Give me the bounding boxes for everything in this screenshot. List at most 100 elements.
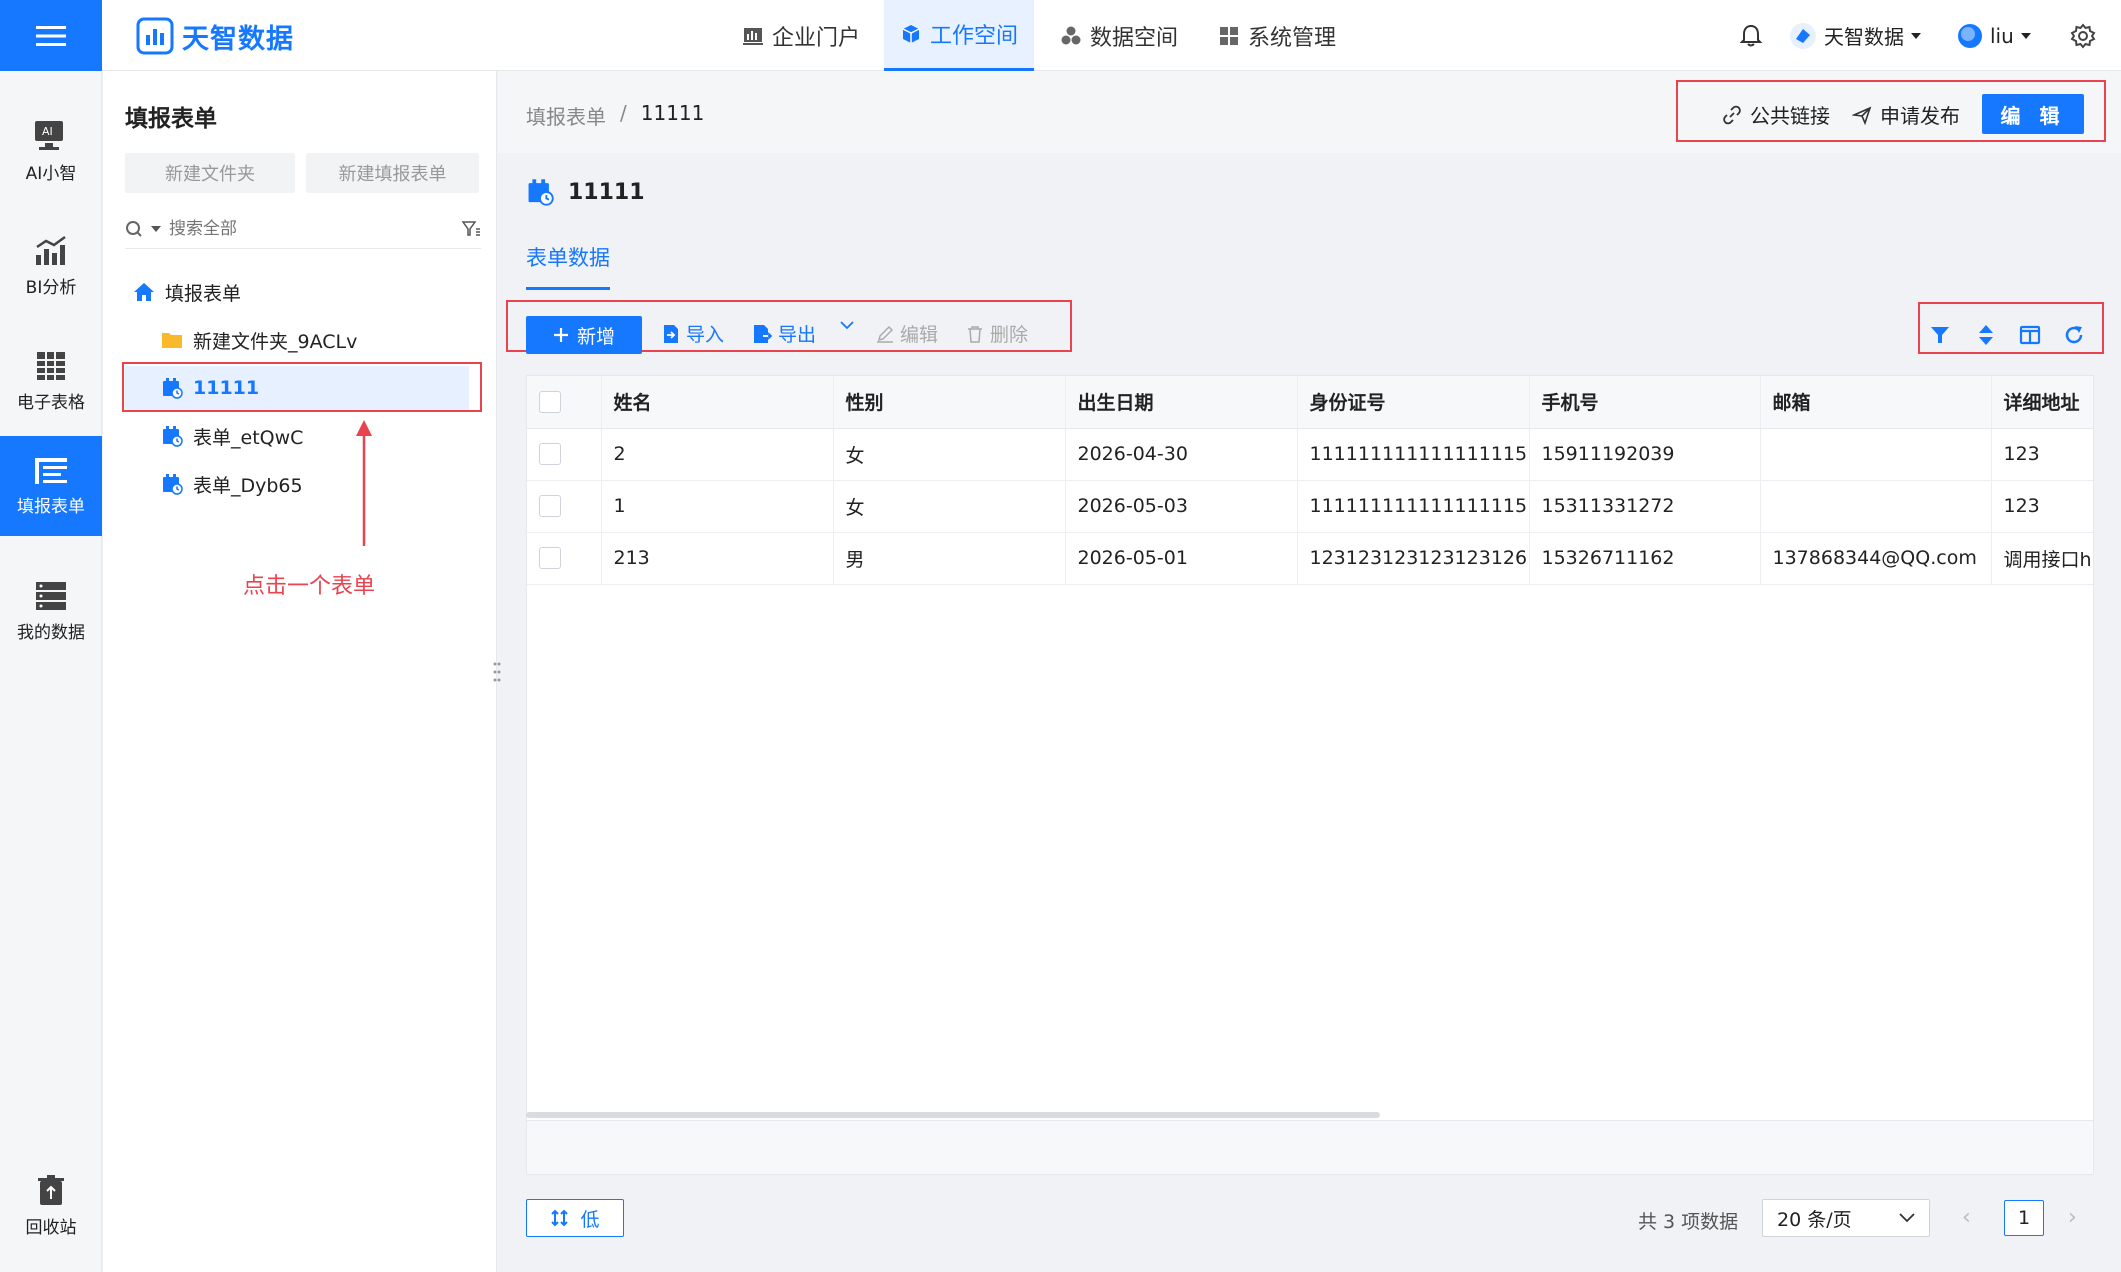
table-cell: 213 [601,532,834,585]
topnav-portal[interactable]: 企业门户 [726,0,876,71]
portal-icon [743,27,763,45]
select-all-checkbox[interactable] [539,390,561,413]
hamburger-icon [36,25,66,46]
form-icon [163,426,183,447]
filter-icon[interactable] [1928,323,1952,347]
rail-label: 填报表单 [17,496,85,517]
table-row[interactable]: 2 女 2026-04-30 111111111111111115 159111… [527,428,2093,481]
logo-text: 天智数据 [182,23,294,55]
export-dropdown-toggle[interactable] [840,320,854,330]
user-menu[interactable]: liu [1956,0,2032,71]
add-label: 新增 [576,325,615,348]
rail-item-spreadsheet[interactable]: 电子表格 [0,331,102,431]
tree-node-form-dyb65[interactable]: 表单_Dyb65 [161,462,303,506]
rail-label: 我的数据 [17,622,85,643]
breadcrumb-parent[interactable]: 填报表单 [526,101,606,130]
rail-item-recycle[interactable]: 回收站 [0,1156,102,1256]
row-checkbox[interactable] [539,547,561,569]
search-icon[interactable] [125,220,143,238]
rail-item-forms[interactable]: 填报表单 [0,436,102,536]
tree-node-label: 表单_etQwC [193,426,304,449]
delete-label: 删除 [990,324,1029,346]
logo-icon [136,17,174,55]
edit-record-button[interactable]: 编辑 [876,320,938,347]
tree-node-label: 填报表单 [165,282,242,305]
tree-node-label: 新建文件夹_9ACLv [193,330,358,353]
table-row[interactable]: 1 女 2026-05-03 111111111111111115 153113… [527,480,2093,533]
table-cell [1760,480,1992,533]
column-header[interactable]: 详细地址 [1991,376,2093,429]
table-cell: 123 [1991,480,2093,533]
table-cell: 15326711162 [1529,532,1761,585]
annotation-arrow [356,420,372,546]
column-header[interactable]: 身份证号 [1297,376,1530,429]
tree-node-folder[interactable]: 新建文件夹_9ACLv [161,318,357,362]
left-rail: AI AI小智 BI分析 电子表格 填报表单 我的数据 回收站 [0,71,102,1272]
row-checkbox[interactable] [539,495,561,517]
table-cell: 1 [601,480,834,533]
add-record-button[interactable]: 新增 [526,316,642,354]
chevron-down-icon [840,321,854,330]
new-form-button[interactable]: 新建填报表单 [306,153,479,193]
panel-splitter-handle[interactable] [492,660,502,684]
table-cell: 2026-04-30 [1065,428,1298,481]
rail-item-ai[interactable]: AI AI小智 [0,101,102,201]
columns-icon[interactable] [2018,323,2042,347]
table-cell: 男 [833,532,1066,585]
edit-form-button[interactable]: 编 辑 [1982,94,2084,134]
column-header[interactable]: 性别 [833,376,1066,429]
prev-page-button[interactable]: ‹ [1962,1205,1971,1230]
table-cell: 女 [833,428,1066,481]
new-folder-button[interactable]: 新建文件夹 [125,153,295,193]
sort-icon[interactable] [1974,323,1998,347]
bell-icon [1739,24,1763,46]
column-header[interactable]: 邮箱 [1760,376,1992,429]
next-page-button[interactable]: › [2068,1205,2077,1230]
column-header[interactable]: 出生日期 [1065,376,1298,429]
recycle-icon [38,1174,64,1205]
caret-down-icon[interactable] [151,224,161,234]
data-table: 姓名 性别 出生日期 身份证号 手机号 邮箱 详细地址 2 女 2026-04-… [526,375,2094,1175]
table-cell: 2 [601,428,834,481]
export-label: 导出 [778,324,817,346]
horizontal-scrollbar[interactable] [526,1112,1380,1118]
table-cell: 123 [1991,428,2093,481]
table-cell: 123123123123123126 [1297,532,1530,585]
table-cell [1760,428,1992,481]
delete-record-button[interactable]: 删除 [966,320,1028,347]
filter-icon[interactable] [461,219,481,239]
notification-button[interactable] [1738,0,1764,71]
row-checkbox[interactable] [539,443,561,465]
hamburger-menu-button[interactable] [0,0,102,71]
column-header[interactable]: 手机号 [1529,376,1761,429]
tree-search-input[interactable] [169,218,429,239]
org-switcher[interactable]: 天智数据 [1788,0,1922,71]
export-button[interactable]: 导出 [752,320,816,347]
tree-node-label: 表单_Dyb65 [193,474,303,497]
data-space-icon [1061,26,1081,44]
public-link-button[interactable]: 公共链接 [1722,100,1830,129]
spreadsheet-icon [37,351,65,380]
topnav-label: 工作空间 [930,24,1019,49]
publish-request-button[interactable]: 申请发布 [1852,100,1960,129]
page-number-button[interactable]: 1 [2004,1200,2044,1236]
refresh-icon[interactable] [2062,323,2086,347]
import-button[interactable]: 导入 [662,320,724,347]
tree-node-root[interactable]: 填报表单 [133,270,241,314]
settings-button[interactable] [2070,0,2096,71]
topnav-system[interactable]: 系统管理 [1202,0,1352,71]
column-header[interactable]: 姓名 [601,376,834,429]
breadcrumb-separator: / [620,101,627,125]
edit-label: 编辑 [900,324,939,346]
row-density-button[interactable]: 低 [526,1199,624,1237]
topnav-workspace[interactable]: 工作空间 [884,0,1035,71]
rail-item-bi[interactable]: BI分析 [0,216,102,316]
tree-node-form-etqwc[interactable]: 表单_etQwC [161,414,303,458]
page-size-select[interactable]: 20 条/页 [1762,1199,1930,1237]
table-row[interactable]: 213 男 2026-05-01 123123123123123126 1532… [527,532,2093,585]
table-cell: 15311331272 [1529,480,1761,533]
rail-item-my-data[interactable]: 我的数据 [0,561,102,661]
app-logo[interactable]: 天智数据 [136,14,294,58]
tab-form-data[interactable]: 表单数据 [526,242,610,290]
topnav-data-space[interactable]: 数据空间 [1044,0,1194,71]
